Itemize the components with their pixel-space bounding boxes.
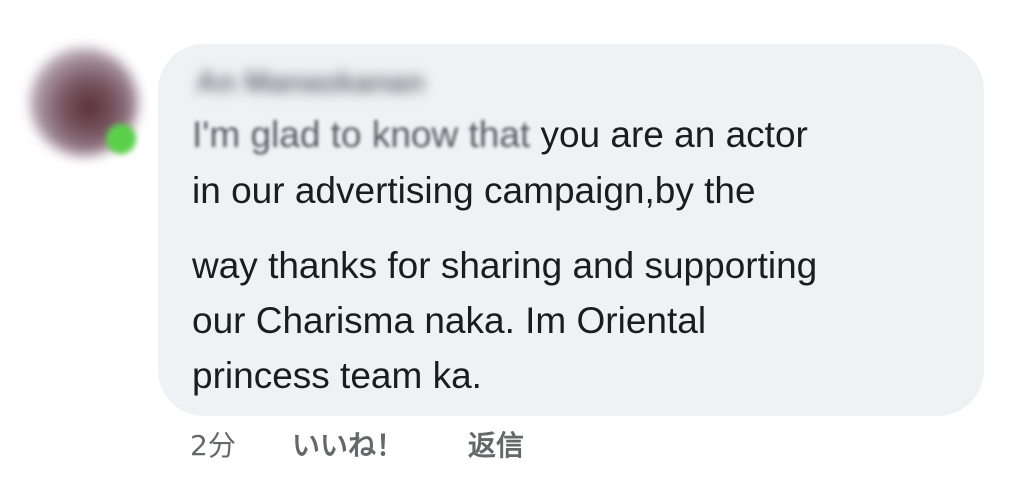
comment-author-name[interactable]: An Manaskanan xyxy=(196,66,424,100)
comment-text-blurred-segment: I'm glad to know that xyxy=(192,114,531,155)
reply-button[interactable]: 返信 xyxy=(468,424,524,464)
comment-text-line-2: in our advertising campaign,by the xyxy=(192,170,756,211)
online-status-icon xyxy=(106,124,136,154)
comment-text-line-3: way thanks for sharing and supporting xyxy=(192,245,818,286)
like-button[interactable]: いいね！ xyxy=(292,424,404,464)
comment-text-line-4: our Charisma naka. Im Oriental xyxy=(192,300,707,341)
comment-screen: An Manaskanan I'm glad to know that you … xyxy=(0,0,1024,493)
comment-text-line-1: I'm glad to know that you are an actor xyxy=(192,114,808,156)
comment-timestamp[interactable]: 2分 xyxy=(190,424,236,464)
comment-text-line-5: princess team ka. xyxy=(192,355,482,396)
comment-text-segment: you are an actor xyxy=(530,114,808,155)
